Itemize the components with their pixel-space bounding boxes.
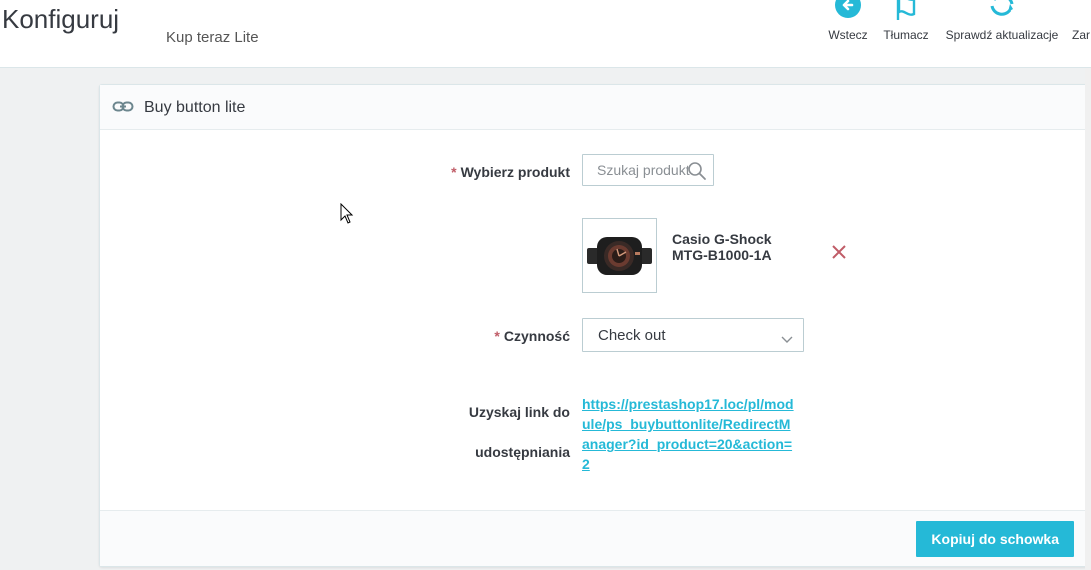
- refresh-icon: [942, 0, 1062, 22]
- back-button[interactable]: Wstecz: [826, 0, 870, 42]
- search-icon: [687, 161, 707, 186]
- action-select-value: Check out: [598, 327, 666, 344]
- action-field-label: * Czynność: [494, 328, 570, 344]
- manage-hooks-button[interactable]: Zar: [1072, 0, 1091, 42]
- back-arrow-icon: [826, 0, 870, 22]
- translate-button[interactable]: Tłumacz: [880, 0, 932, 42]
- configuration-panel: Buy button lite * Wybierz produkt * Czynno…: [99, 84, 1091, 567]
- check-updates-button[interactable]: Sprawdź aktualizacje: [942, 0, 1062, 42]
- page-title: Konfiguruj: [2, 4, 120, 34]
- page-header: Konfiguruj Kup teraz Lite Wstecz Tłumacz: [0, 0, 1091, 68]
- module-subtab[interactable]: Kup teraz Lite: [166, 29, 259, 46]
- product-thumbnail: [582, 218, 657, 293]
- chevron-down-icon: [781, 331, 793, 349]
- action-select[interactable]: Check out: [582, 318, 804, 352]
- required-mark: *: [451, 164, 457, 180]
- required-mark: *: [494, 328, 500, 344]
- product-field-label: * Wybierz produkt: [451, 164, 570, 180]
- panel-footer: Kopiuj do schowka: [100, 510, 1090, 566]
- page-scrollbar[interactable]: [1085, 68, 1091, 570]
- product-search-field[interactable]: [582, 154, 714, 186]
- watch-image: [583, 219, 656, 292]
- manage-icon: [1072, 0, 1091, 22]
- share-link-label: Uzyskaj link do udostępniania: [468, 404, 570, 460]
- product-search-input[interactable]: [583, 155, 697, 185]
- mouse-cursor-icon: [340, 202, 354, 230]
- flag-icon: [880, 0, 932, 22]
- close-icon: [832, 245, 846, 259]
- share-link-url[interactable]: https://prestashop17.loc/pl/module/ps_bu…: [582, 394, 794, 474]
- selected-product-name: Casio G-Shock MTG-B1000-1A: [672, 231, 772, 263]
- copy-to-clipboard-button[interactable]: Kopiuj do schowka: [916, 521, 1074, 557]
- form-labels: * Wybierz produkt * Czynność Uzyskaj link …: [100, 85, 570, 566]
- remove-product-button[interactable]: [831, 244, 847, 265]
